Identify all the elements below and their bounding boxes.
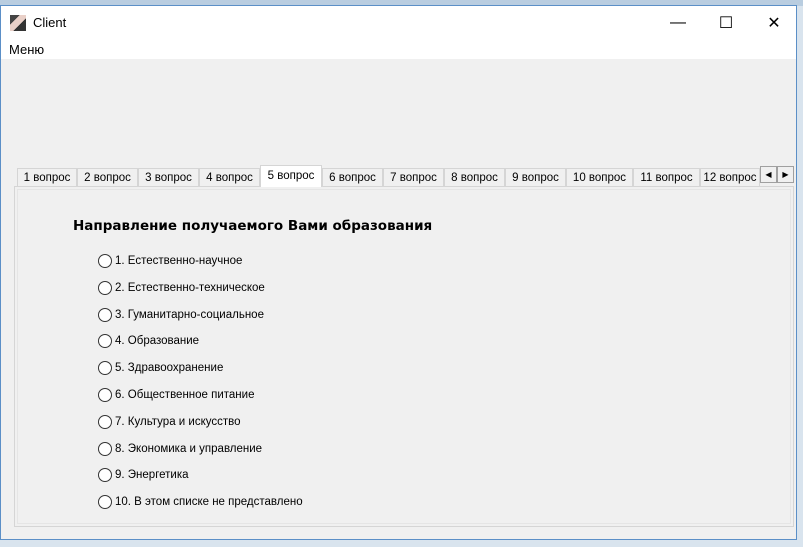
radio-button-icon[interactable] [98, 495, 112, 510]
radio-button-icon[interactable] [98, 468, 112, 483]
radio-option-label: 8. Экономика и управление [115, 442, 263, 455]
radio-option[interactable]: 1. Естественно-научное [98, 254, 242, 268]
radio-option-label: 2. Естественно-техническое [115, 281, 265, 294]
radio-option[interactable]: 10. В этом списке не представлено [98, 495, 303, 510]
radio-option[interactable]: 6. Общественное питание [98, 388, 254, 402]
tab-5-question[interactable]: 5 вопрос [260, 165, 322, 187]
tab-6-question[interactable]: 6 вопрос [322, 168, 383, 186]
tab-2-question[interactable]: 2 вопрос [77, 168, 138, 186]
radio-option[interactable]: 2. Естественно-техническое [98, 280, 265, 295]
menu-item-menu[interactable]: Меню [9, 42, 44, 57]
radio-option[interactable]: 9. Энергетика [98, 468, 189, 483]
window-title: Client [33, 15, 67, 30]
tab-4-question[interactable]: 4 вопрос [199, 168, 260, 186]
minimize-button[interactable]: — [655, 6, 701, 39]
app-icon [10, 15, 26, 31]
radio-button-icon[interactable] [98, 361, 112, 376]
tab-scroll-left-button[interactable]: ◀ [760, 166, 777, 183]
radio-option[interactable]: 8. Экономика и управление [98, 441, 263, 456]
radio-option-label: 10. В этом списке не представлено [115, 496, 303, 509]
radio-option[interactable]: 7. Культура и искусство [98, 414, 241, 429]
tab-scroll-right-button[interactable]: ▶ [777, 166, 794, 183]
radio-option[interactable]: 4. Образование [98, 334, 200, 349]
radio-button-icon[interactable] [98, 254, 112, 268]
radio-option-label: 5. Здравоохранение [115, 362, 224, 375]
menu-bar: Меню [1, 39, 796, 59]
close-button[interactable]: ✕ [751, 6, 797, 39]
tab-8-question[interactable]: 8 вопрос [444, 168, 505, 186]
radio-button-icon[interactable] [98, 388, 112, 402]
radio-option-label: 9. Энергетика [115, 469, 189, 482]
radio-button-icon[interactable] [98, 441, 112, 456]
tab-panel: Направление получаемого Вами образования… [14, 186, 794, 527]
tab-7-question[interactable]: 7 вопрос [383, 168, 444, 186]
radio-button-icon[interactable] [98, 414, 112, 429]
radio-option[interactable]: 5. Здравоохранение [98, 361, 224, 376]
radio-option-label: 4. Образование [115, 335, 200, 348]
radio-option[interactable]: 3. Гуманитарно-социальное [98, 307, 264, 322]
maximize-button[interactable]: ☐ [703, 6, 749, 39]
radio-button-icon[interactable] [98, 307, 112, 322]
tab-9-question[interactable]: 9 вопрос [505, 168, 566, 186]
radio-button-icon[interactable] [98, 280, 112, 295]
radio-option-label: 3. Гуманитарно-социальное [115, 308, 264, 321]
tab-10-question[interactable]: 10 вопрос [566, 168, 633, 186]
radio-option-label: 6. Общественное питание [115, 389, 255, 401]
radio-button-icon[interactable] [98, 334, 112, 349]
radio-option-label: 1. Естественно-научное [115, 255, 243, 267]
radio-option-label: 7. Культура и искусство [115, 415, 241, 428]
panel-inner: Направление получаемого Вами образования… [17, 189, 791, 524]
question-title: Направление получаемого Вами образования [73, 218, 433, 234]
tab-1-question[interactable]: 1 вопрос [17, 168, 77, 186]
tab-12-question[interactable]: 12 вопрос [700, 168, 760, 186]
tab-11-question[interactable]: 11 вопрос [633, 168, 700, 186]
title-bar[interactable]: Client — ☐ ✕ [1, 6, 796, 39]
tab-3-question[interactable]: 3 вопрос [138, 168, 199, 186]
